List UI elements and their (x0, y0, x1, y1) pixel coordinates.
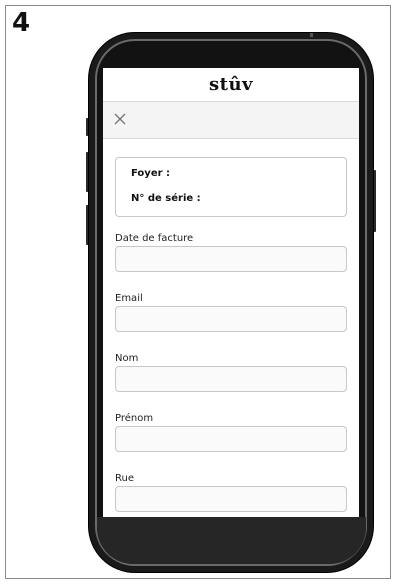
first-name-input[interactable] (115, 426, 347, 452)
foyer-label: Foyer : (131, 168, 171, 179)
close-icon[interactable] (113, 112, 127, 126)
last-name-label: Nom (115, 353, 139, 364)
step-number: 4 (12, 8, 31, 38)
phone-top-notch (310, 33, 313, 37)
product-info-box: Foyer : N° de série : (115, 157, 347, 217)
phone-screen: stûv Foyer : N° de série : Date de factu… (103, 68, 359, 517)
last-name-input[interactable] (115, 366, 347, 392)
app-header: stûv (103, 68, 359, 102)
close-bar (103, 102, 359, 139)
serial-number-label: N° de série : (131, 193, 201, 204)
email-input[interactable] (115, 306, 347, 332)
email-label: Email (115, 293, 143, 304)
brand-logo: stûv (209, 74, 253, 95)
street-input[interactable] (115, 486, 347, 512)
phone-bottom-bar (97, 517, 366, 564)
first-name-label: Prénom (115, 413, 154, 424)
street-label: Rue (115, 473, 134, 484)
invoice-date-label: Date de facture (115, 233, 194, 244)
invoice-date-input[interactable] (115, 246, 347, 272)
